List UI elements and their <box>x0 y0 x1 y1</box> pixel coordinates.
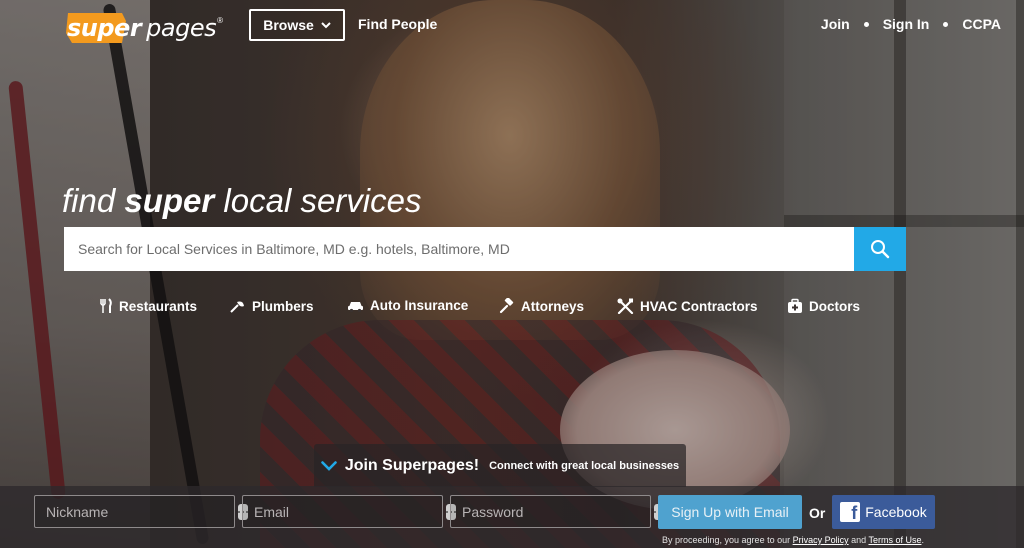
separator-dot <box>863 21 869 27</box>
popular-categories: Restaurants Plumbers Auto Insurance Atto… <box>0 298 1024 318</box>
tagline-bold: super <box>124 182 215 219</box>
nickname-field-wrapper <box>34 495 248 528</box>
email-field-wrapper <box>242 495 456 528</box>
tagline-prefix: find <box>62 182 125 219</box>
facebook-label: Facebook <box>865 504 927 520</box>
legal-suffix: . <box>921 535 924 545</box>
logo-pages-text: pages <box>146 14 217 42</box>
join-link[interactable]: Join <box>821 16 850 32</box>
join-subtitle: Connect with great local businesses <box>489 459 680 472</box>
join-title: Join Superpages! <box>344 456 480 474</box>
category-auto-insurance[interactable]: Auto Insurance <box>347 298 468 313</box>
ccpa-link[interactable]: CCPA <box>962 16 1001 32</box>
password-field[interactable] <box>451 496 654 527</box>
fork-knife-icon <box>100 298 112 313</box>
facebook-signup-button[interactable]: f Facebook <box>832 495 935 529</box>
find-people-link[interactable]: Find People <box>358 16 437 32</box>
hero-tagline: find super local services <box>62 182 421 220</box>
medical-bag-icon <box>788 298 802 313</box>
join-signup-bar: Sign Up with Email Or f Facebook By proc… <box>0 486 1024 548</box>
tagline-suffix: local services <box>214 182 422 219</box>
facebook-icon: f <box>840 502 861 522</box>
terms-of-use-link[interactable]: Terms of Use <box>868 535 921 545</box>
search-button[interactable] <box>854 227 906 271</box>
legal-prefix: By proceeding, you agree to our <box>662 535 793 545</box>
gavel-icon <box>499 298 514 314</box>
category-hvac-contractors[interactable]: HVAC Contractors <box>617 298 758 314</box>
search-icon <box>871 240 890 259</box>
category-plumbers[interactable]: Plumbers <box>229 298 314 314</box>
sign-in-link[interactable]: Sign In <box>883 16 930 32</box>
category-label: Plumbers <box>252 298 314 314</box>
email-field[interactable] <box>243 496 446 527</box>
logo-badge: super <box>64 11 146 45</box>
separator-dot <box>943 21 949 27</box>
category-label: Restaurants <box>119 298 198 314</box>
privacy-policy-link[interactable]: Privacy Policy <box>793 535 849 545</box>
sign-up-with-email-button[interactable]: Sign Up with Email <box>658 495 802 529</box>
logo-registered-mark: ® <box>217 16 224 25</box>
category-label: HVAC Contractors <box>640 298 758 314</box>
search-bar <box>64 227 906 271</box>
plunger-icon <box>230 301 244 313</box>
browse-label: Browse <box>263 17 314 33</box>
top-account-links: Join Sign In CCPA <box>821 16 1001 32</box>
category-attorneys[interactable]: Attorneys <box>499 298 584 314</box>
category-restaurants[interactable]: Restaurants <box>99 298 197 314</box>
search-input[interactable] <box>64 227 854 271</box>
category-label: Auto Insurance <box>370 298 469 313</box>
superpages-logo[interactable]: super pages ® <box>64 8 223 48</box>
logo-super-text: super <box>67 14 142 42</box>
nickname-field[interactable] <box>35 496 238 527</box>
join-toggle-tab[interactable]: Join Superpages! Connect with great loca… <box>314 444 686 487</box>
category-label: Doctors <box>809 298 861 314</box>
category-label: Attorneys <box>521 298 585 314</box>
chevron-down-icon <box>321 460 337 471</box>
car-icon <box>348 301 363 312</box>
tools-icon <box>617 298 634 314</box>
chevron-down-icon <box>321 21 331 28</box>
password-field-wrapper <box>450 495 664 528</box>
browse-button[interactable]: Browse <box>249 9 345 41</box>
legal-and: and <box>848 535 869 545</box>
category-doctors[interactable]: Doctors <box>787 298 860 314</box>
legal-notice: By proceeding, you agree to our Privacy … <box>662 535 924 545</box>
or-label: Or <box>809 505 826 521</box>
